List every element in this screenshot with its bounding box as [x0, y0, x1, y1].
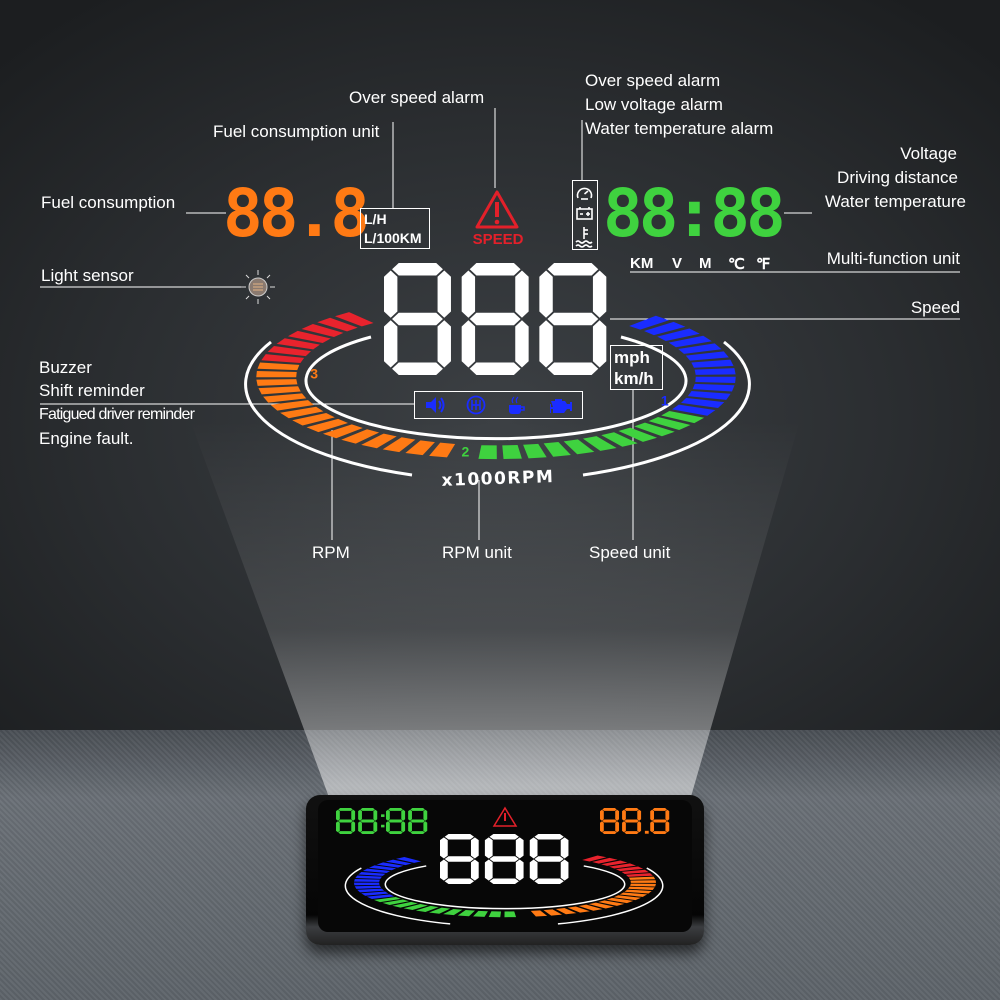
rpm-mark-label: 1: [661, 392, 669, 408]
label-alarm: Water temperature alarm: [585, 119, 774, 138]
rpm-tick: [258, 386, 301, 395]
speed-unit-box: mph km/h: [610, 345, 663, 390]
label-engine-fault: Engine fault.: [39, 429, 134, 448]
rpm-tick: [523, 443, 547, 459]
rpm-tick: [628, 876, 656, 880]
label-shift-reminder: Shift reminder: [39, 381, 145, 400]
label-fuel-consumption-unit: Fuel consumption unit: [213, 122, 380, 141]
rpm-tick: [630, 883, 656, 887]
rpm-tick: [691, 359, 734, 368]
label-fatigued-driver: Fatigued driver reminder: [39, 406, 195, 423]
rpm-tick: [694, 368, 736, 375]
label-driving-distance: Driving distance: [837, 168, 958, 187]
rpm-tick: [692, 383, 735, 392]
rpm-tick: [257, 362, 300, 371]
speed-digits: [384, 263, 607, 375]
label-light-sensor: Light sensor: [41, 266, 134, 285]
seven-segment-digit: [461, 263, 529, 375]
rpm-tick: [628, 886, 655, 891]
rpm-tick: [473, 910, 488, 917]
rpm-tick: [502, 444, 522, 460]
label-fuel-consumption: Fuel consumption: [41, 193, 176, 212]
rpm-tick: [530, 910, 548, 917]
rpm-tick: [625, 873, 653, 877]
rpm-unit-label: x1000RPM: [441, 467, 554, 491]
rpm-tick: [256, 379, 298, 386]
rpm-tick: [429, 442, 456, 458]
rpm-tick: [488, 911, 502, 918]
rpm-mark-label: 2: [462, 444, 470, 460]
speed-unit-kmh: km/h: [614, 369, 654, 388]
label-voltage: Voltage: [900, 144, 957, 163]
inner-arc: [384, 865, 626, 910]
rpm-tick: [354, 879, 380, 882]
label-rpm-unit: RPM unit: [442, 543, 512, 562]
rpm-mark-label: 3: [310, 366, 318, 382]
rpm-tick: [695, 376, 736, 384]
label-water-temperature: Water temperature: [824, 192, 966, 211]
rpm-tick: [355, 875, 382, 879]
label-buzzer: Buzzer: [39, 358, 92, 377]
shift-gear-icon: [466, 395, 486, 415]
seven-segment-digit: [539, 263, 607, 375]
label-alarm: Low voltage alarm: [585, 95, 723, 114]
device-rpm-gauge: [344, 855, 664, 925]
rpm-tick: [630, 880, 657, 883]
rpm-tick: [261, 354, 305, 364]
coffee-cup-icon: [508, 396, 525, 414]
speed-unit-mph: mph: [614, 348, 650, 367]
hud-display: 88.8 L/H L/100KM SPEED 88:88 KM V M ℃ ℉ …: [220, 175, 790, 495]
rpm-tick: [687, 390, 731, 400]
label-rpm: RPM: [312, 543, 350, 562]
buzzer-icon: [426, 397, 445, 413]
seven-segment-digit: [384, 263, 451, 375]
engine-icon: [549, 399, 572, 413]
label-alarm: Over speed alarm: [585, 71, 721, 90]
rpm-tick: [256, 370, 297, 378]
indicator-icon-box: [414, 391, 583, 419]
hud-device-screen: [318, 800, 692, 932]
label-over-speed-alarm: Over speed alarm: [349, 88, 485, 107]
rpm-tick: [354, 885, 382, 889]
rpm-tick: [478, 445, 497, 460]
rpm-tick: [357, 888, 385, 893]
label-speed: Speed: [910, 298, 960, 317]
label-speed-unit: Speed unit: [589, 543, 671, 562]
rpm-tick: [504, 911, 517, 918]
label-multi-function-unit: Multi-function unit: [826, 249, 960, 268]
rpm-tick: [353, 882, 380, 886]
